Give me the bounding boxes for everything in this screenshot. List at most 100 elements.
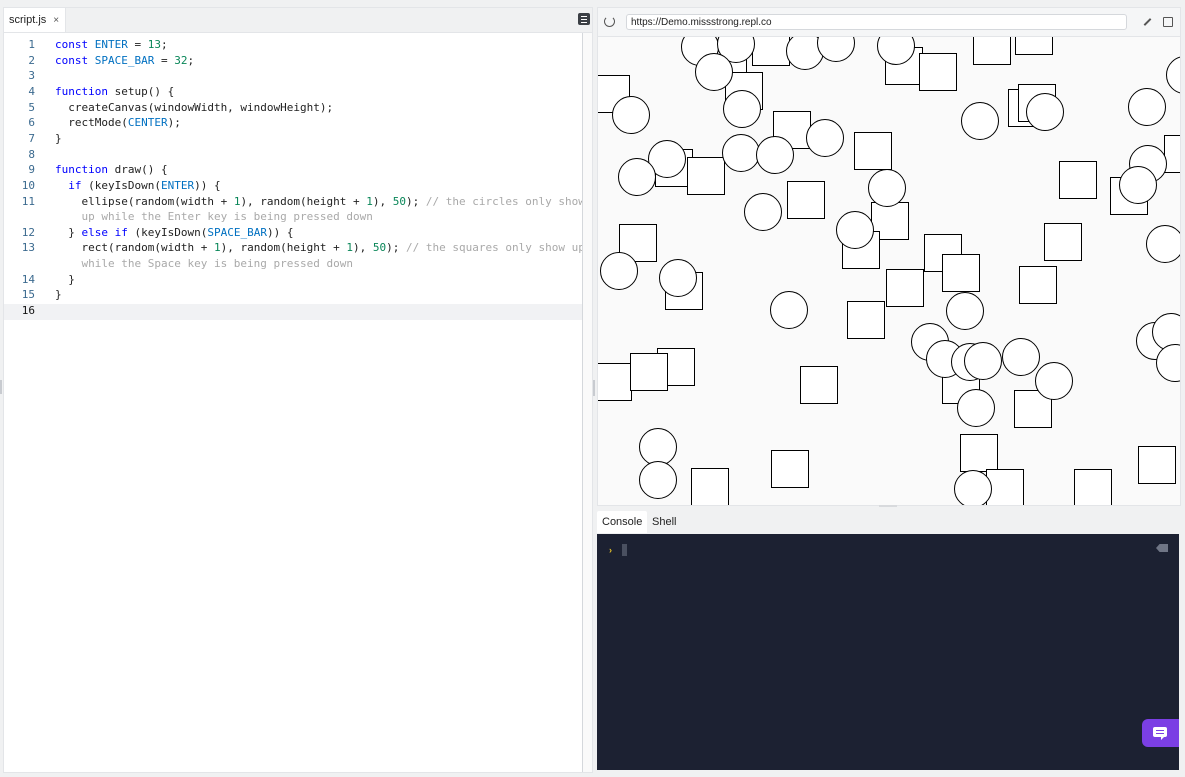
line-code: rect(random(width + 1), random(height + … — [55, 241, 585, 255]
canvas-circle — [723, 90, 761, 128]
line-code: rectMode(CENTER); — [55, 116, 181, 130]
editor-tab-bar: script.js × — [4, 8, 592, 33]
canvas-square — [800, 366, 838, 404]
left-resize-handle[interactable] — [0, 380, 2, 394]
canvas-circle — [1035, 362, 1073, 400]
code-line[interactable]: 5 createCanvas(windowWidth, windowHeight… — [4, 101, 583, 117]
canvas-circle — [868, 169, 906, 207]
line-code: } — [55, 288, 62, 302]
code-line[interactable]: 13 rect(random(width + 1), random(height… — [4, 241, 585, 257]
canvas-square — [960, 434, 998, 472]
code-line[interactable]: up while the Enter key is being pressed … — [4, 210, 583, 226]
line-code: } else if (keyIsDown(SPACE_BAR)) { — [55, 225, 294, 239]
canvas-square — [1138, 446, 1176, 484]
code-line[interactable]: 1 const ENTER = 13; — [4, 38, 583, 54]
code-line[interactable]: while the Space key is being pressed dow… — [4, 257, 583, 273]
canvas-square — [630, 353, 668, 391]
webview-pane — [597, 7, 1181, 506]
canvas-square — [687, 157, 725, 195]
canvas-square — [771, 450, 809, 488]
canvas-circle — [639, 461, 677, 499]
pane-resize-handle[interactable] — [593, 380, 595, 396]
canvas-circle — [612, 96, 650, 134]
line-code: up while the Enter key is being pressed … — [55, 210, 373, 224]
canvas-circle — [957, 389, 995, 427]
canvas-circle — [806, 119, 844, 157]
canvas-square — [973, 37, 1011, 65]
editor-scrollbar[interactable] — [582, 33, 592, 772]
canvas-circle — [836, 211, 874, 249]
code-line[interactable]: 15} — [4, 288, 583, 304]
code-line[interactable]: 12 } else if (keyIsDown(SPACE_BAR)) { — [4, 226, 583, 242]
line-code: function setup() { — [55, 84, 175, 98]
line-number: 8 — [28, 147, 35, 161]
line-number: 15 — [21, 288, 35, 302]
canvas-circle — [600, 252, 638, 290]
canvas-square — [1074, 469, 1112, 505]
canvas-circle — [1026, 93, 1064, 131]
p5-canvas[interactable] — [598, 37, 1180, 505]
canvas-square — [919, 53, 957, 91]
canvas-circle — [1146, 225, 1180, 263]
line-code: createCanvas(windowWidth, windowHeight); — [55, 100, 334, 114]
code-line[interactable]: 10 if (keyIsDown(ENTER)) { — [4, 179, 583, 195]
canvas-square — [752, 37, 790, 66]
console-output[interactable]: › — [597, 534, 1179, 770]
canvas-circle — [744, 193, 782, 231]
code-line[interactable]: 16 — [4, 304, 583, 321]
close-tab-icon[interactable]: × — [53, 15, 59, 26]
code-line[interactable]: 7} — [4, 132, 583, 148]
canvas-square — [1015, 37, 1053, 55]
canvas-circle — [722, 134, 760, 172]
prompt-icon: › — [609, 545, 612, 555]
canvas-square — [942, 254, 980, 292]
edit-icon[interactable] — [1143, 18, 1152, 26]
canvas-square — [1164, 135, 1180, 173]
open-in-new-tab-icon[interactable] — [1163, 17, 1173, 27]
code-line[interactable]: 14 } — [4, 273, 583, 289]
line-code: const SPACE_BAR = 32; — [55, 53, 195, 67]
outline-icon[interactable] — [578, 13, 590, 25]
canvas-circle — [770, 291, 808, 329]
file-tab[interactable]: script.js × — [4, 8, 67, 32]
canvas-circle — [695, 53, 733, 91]
canvas-square — [854, 132, 892, 170]
code-line[interactable]: 6 rectMode(CENTER); — [4, 116, 583, 132]
line-code: } — [55, 131, 62, 145]
canvas-square — [787, 181, 825, 219]
canvas-circle — [1128, 88, 1166, 126]
canvas-square — [886, 269, 924, 307]
canvas-square — [986, 469, 1024, 505]
line-code: if (keyIsDown(ENTER)) { — [68, 178, 221, 192]
url-bar — [598, 8, 1180, 37]
canvas-circle — [639, 428, 677, 466]
line-code: function draw() { — [55, 163, 168, 177]
clear-console-icon[interactable] — [1156, 544, 1168, 552]
code-line[interactable]: 4 function setup() { — [4, 85, 583, 101]
url-input[interactable] — [626, 14, 1127, 30]
code-editor[interactable]: 1 const ENTER = 13; 2 const SPACE_BAR = 32;… — [4, 33, 585, 772]
canvas-circle — [1166, 56, 1180, 94]
code-line[interactable]: 9 function draw() { — [4, 163, 583, 179]
canvas-circle — [961, 102, 999, 140]
canvas-circle — [756, 136, 794, 174]
console-resize-handle[interactable] — [879, 505, 897, 507]
line-number: 9 — [28, 163, 35, 177]
canvas-square — [598, 363, 632, 401]
canvas-square — [847, 301, 885, 339]
line-code: ellipse(random(width + 1), random(height… — [55, 194, 585, 208]
chat-button[interactable] — [1142, 719, 1179, 747]
line-code: } — [55, 272, 75, 286]
code-line[interactable]: 11 ellipse(random(width + 1), random(hei… — [4, 194, 585, 211]
canvas-square — [1059, 161, 1097, 199]
code-line[interactable]: 8 — [4, 148, 583, 164]
tab-console[interactable]: Console — [597, 511, 648, 533]
tab-shell[interactable]: Shell — [647, 511, 681, 533]
reload-icon[interactable] — [604, 16, 615, 27]
code-line[interactable]: 3 — [4, 69, 583, 85]
line-number: 14 — [21, 272, 35, 286]
line-number: 13 — [21, 241, 35, 255]
canvas-square — [691, 468, 729, 505]
line-number: 4 — [28, 84, 35, 98]
code-line[interactable]: 2 const SPACE_BAR = 32; — [4, 54, 583, 70]
